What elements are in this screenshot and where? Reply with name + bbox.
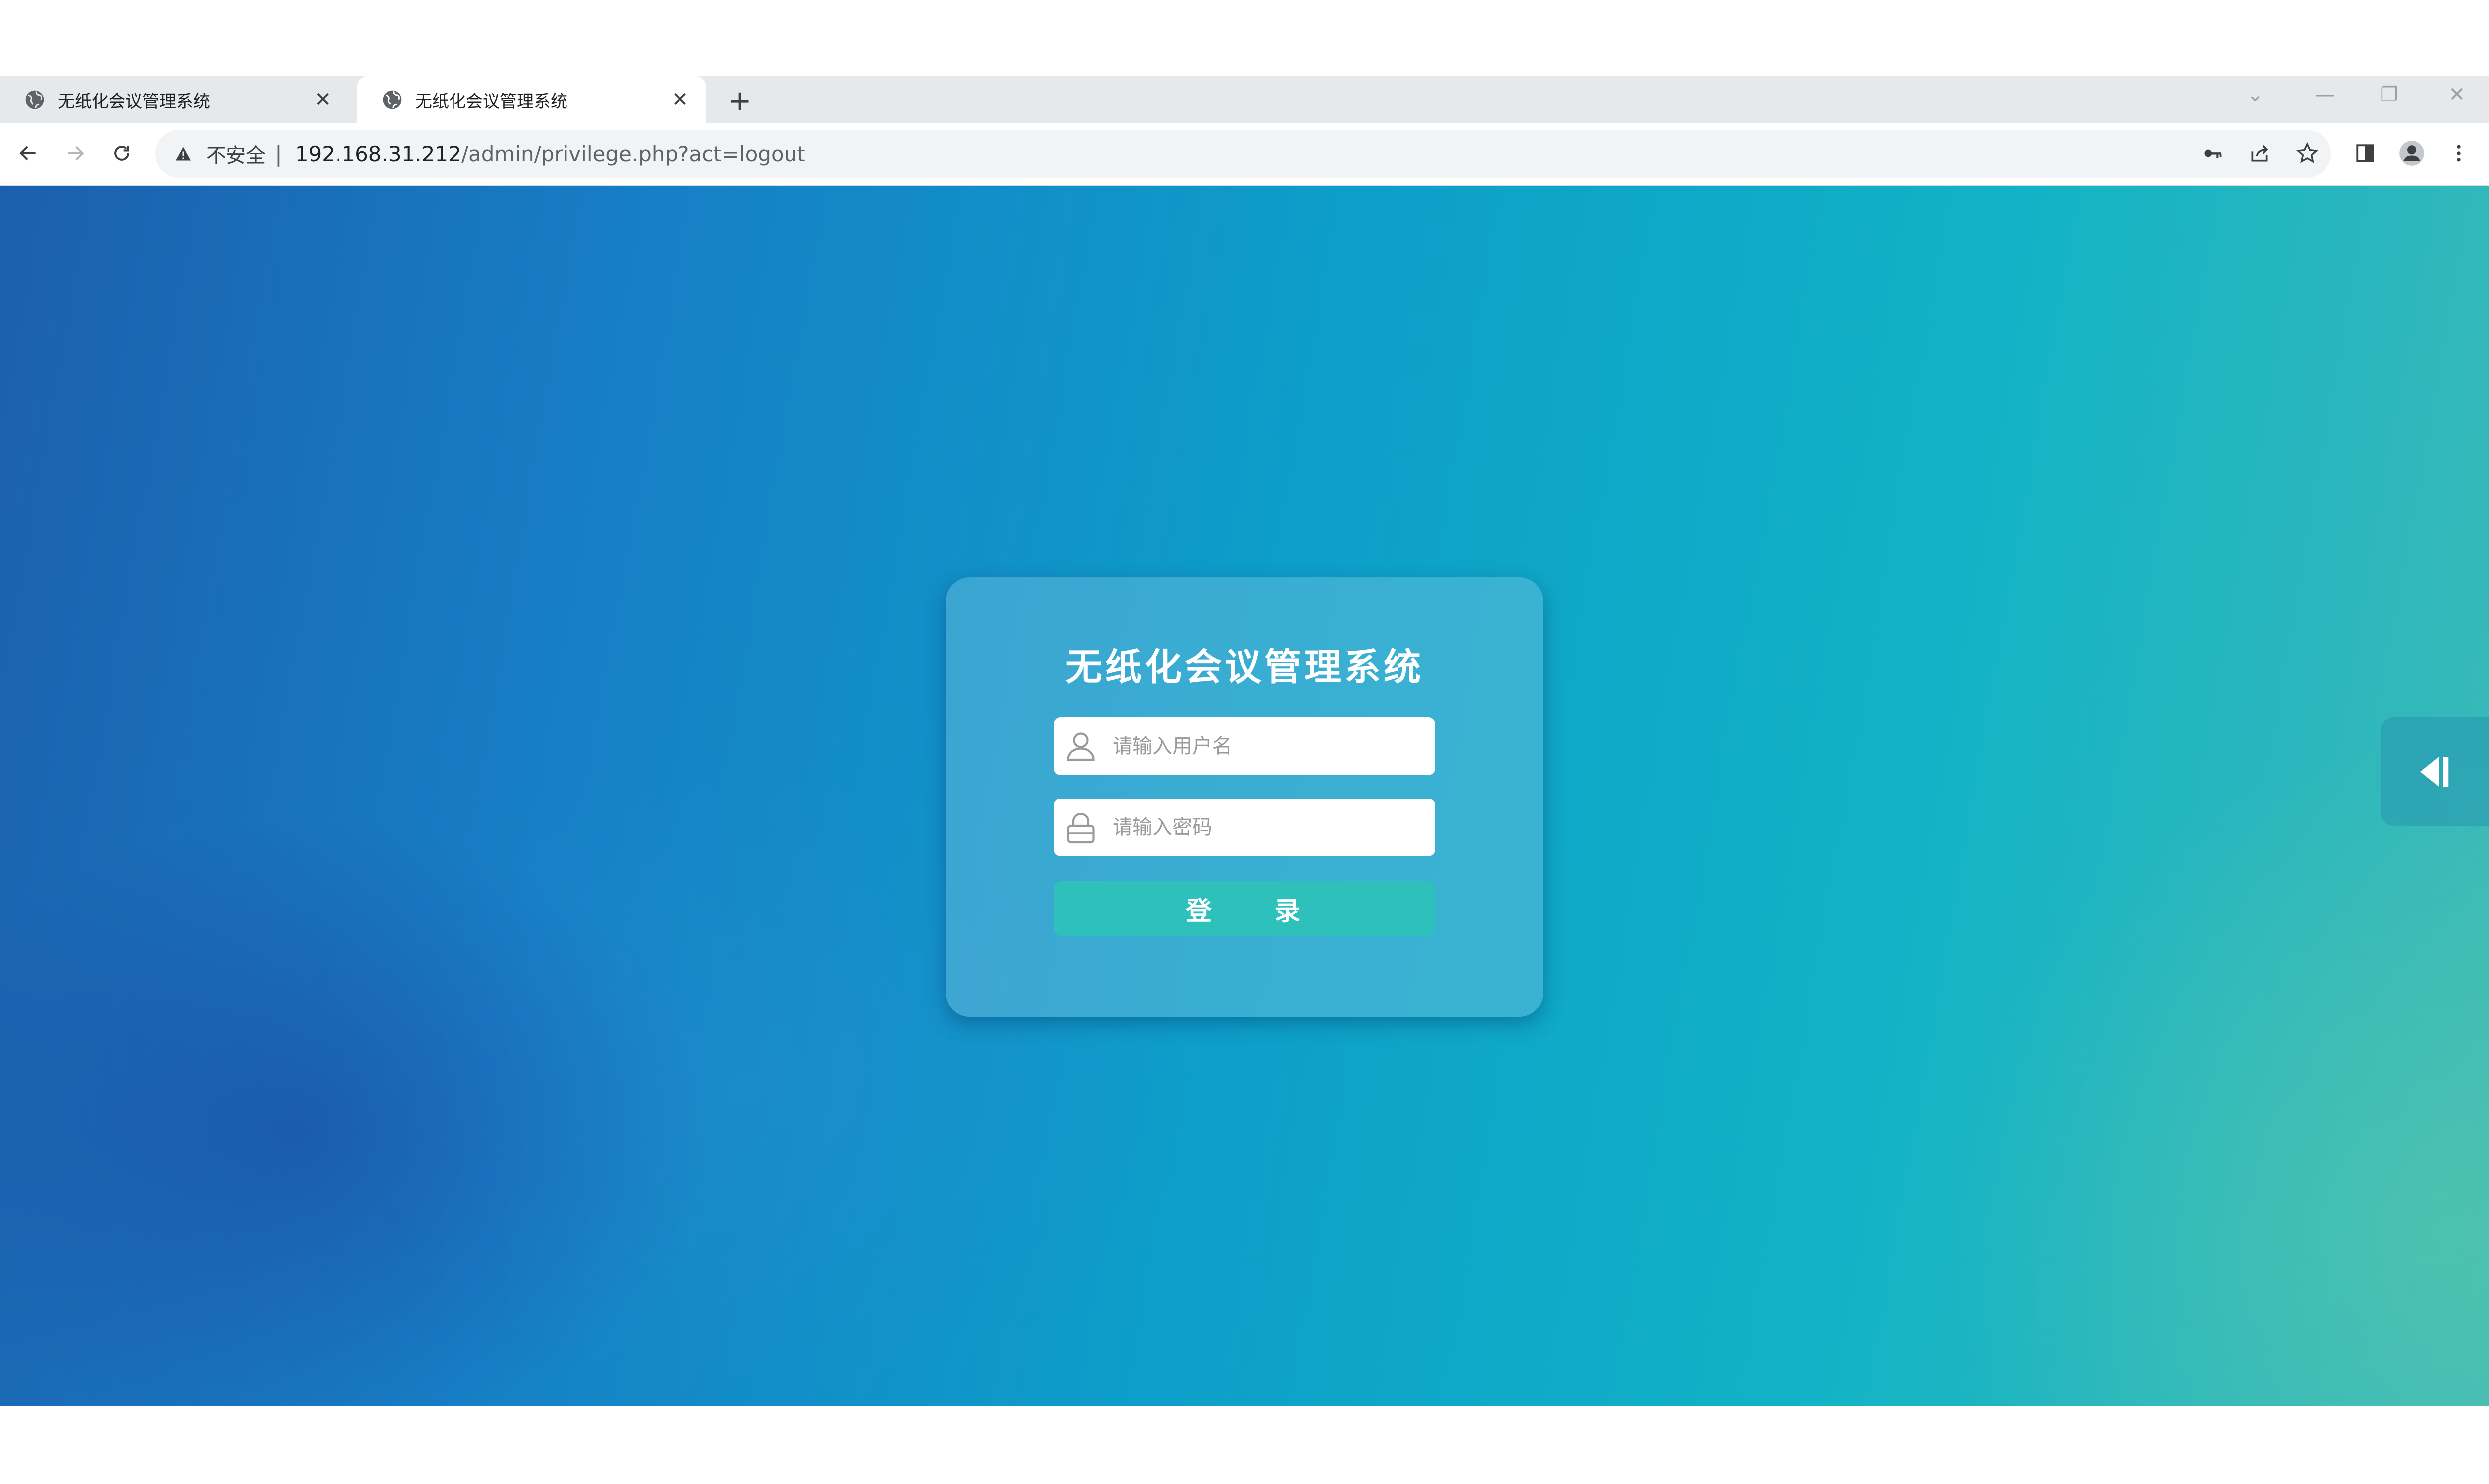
close-window-icon[interactable]: ✕ bbox=[2427, 75, 2487, 114]
tab-2-active[interactable]: 无纸化会议管理系统 ✕ bbox=[357, 76, 706, 123]
side-panel-icon[interactable] bbox=[2349, 137, 2381, 170]
tab-title: 无纸化会议管理系统 bbox=[415, 91, 567, 112]
address-bar[interactable]: 不安全 | 192.168.31.212 /admin/privilege.ph… bbox=[155, 130, 2331, 178]
login-button[interactable]: 登 录 bbox=[1054, 881, 1435, 936]
tab-strip: 无纸化会议管理系统 ✕ 无纸化会议管理系统 ✕ + bbox=[0, 76, 2489, 123]
password-input[interactable] bbox=[1112, 798, 1435, 857]
side-panel-toggle[interactable] bbox=[2381, 717, 2489, 826]
reload-icon[interactable] bbox=[105, 136, 139, 171]
tab-close-icon[interactable]: ✕ bbox=[669, 89, 691, 111]
globe-icon bbox=[24, 89, 46, 111]
tab-search-icon[interactable]: ⌄ bbox=[2225, 75, 2285, 114]
globe-icon bbox=[381, 89, 403, 111]
url-host: 192.168.31.212 bbox=[295, 141, 461, 166]
minimize-icon[interactable]: — bbox=[2295, 75, 2355, 114]
share-icon[interactable] bbox=[2243, 137, 2276, 170]
url-path: /admin/privilege.php?act=logout bbox=[461, 141, 805, 166]
login-title: 无纸化会议管理系统 bbox=[1065, 646, 1424, 688]
page-viewport: 无纸化会议管理系统 登 录 bbox=[0, 186, 2489, 1406]
screen: 无纸化会议管理系统 ✕ 无纸化会议管理系统 ✕ + ⌄ — ❐ ✕ 不安全 | … bbox=[0, 0, 2489, 1484]
warning-icon[interactable] bbox=[173, 144, 193, 164]
username-input[interactable] bbox=[1112, 717, 1435, 776]
username-field[interactable] bbox=[1054, 717, 1435, 776]
star-icon[interactable] bbox=[2291, 137, 2324, 170]
profile-icon[interactable] bbox=[2395, 137, 2428, 170]
password-field[interactable] bbox=[1054, 798, 1435, 857]
login-card: 无纸化会议管理系统 登 录 bbox=[946, 577, 1543, 1017]
tab-close-icon[interactable]: ✕ bbox=[312, 89, 334, 111]
new-tab-button[interactable]: + bbox=[725, 86, 755, 116]
tab-title: 无纸化会议管理系统 bbox=[58, 91, 210, 112]
lock-icon bbox=[1061, 807, 1101, 847]
menu-icon[interactable] bbox=[2442, 137, 2475, 170]
restore-icon[interactable]: ❐ bbox=[2360, 75, 2419, 114]
forward-icon[interactable] bbox=[58, 136, 93, 171]
collapse-left-icon bbox=[2420, 757, 2448, 787]
address-separator: | bbox=[275, 141, 282, 167]
user-icon bbox=[1061, 726, 1101, 766]
key-icon[interactable] bbox=[2196, 137, 2229, 170]
tab-1[interactable]: 无纸化会议管理系统 ✕ bbox=[0, 76, 348, 123]
browser-toolbar: 不安全 | 192.168.31.212 /admin/privilege.ph… bbox=[0, 123, 2489, 186]
back-icon[interactable] bbox=[11, 136, 46, 171]
security-label[interactable]: 不安全 bbox=[206, 139, 266, 168]
